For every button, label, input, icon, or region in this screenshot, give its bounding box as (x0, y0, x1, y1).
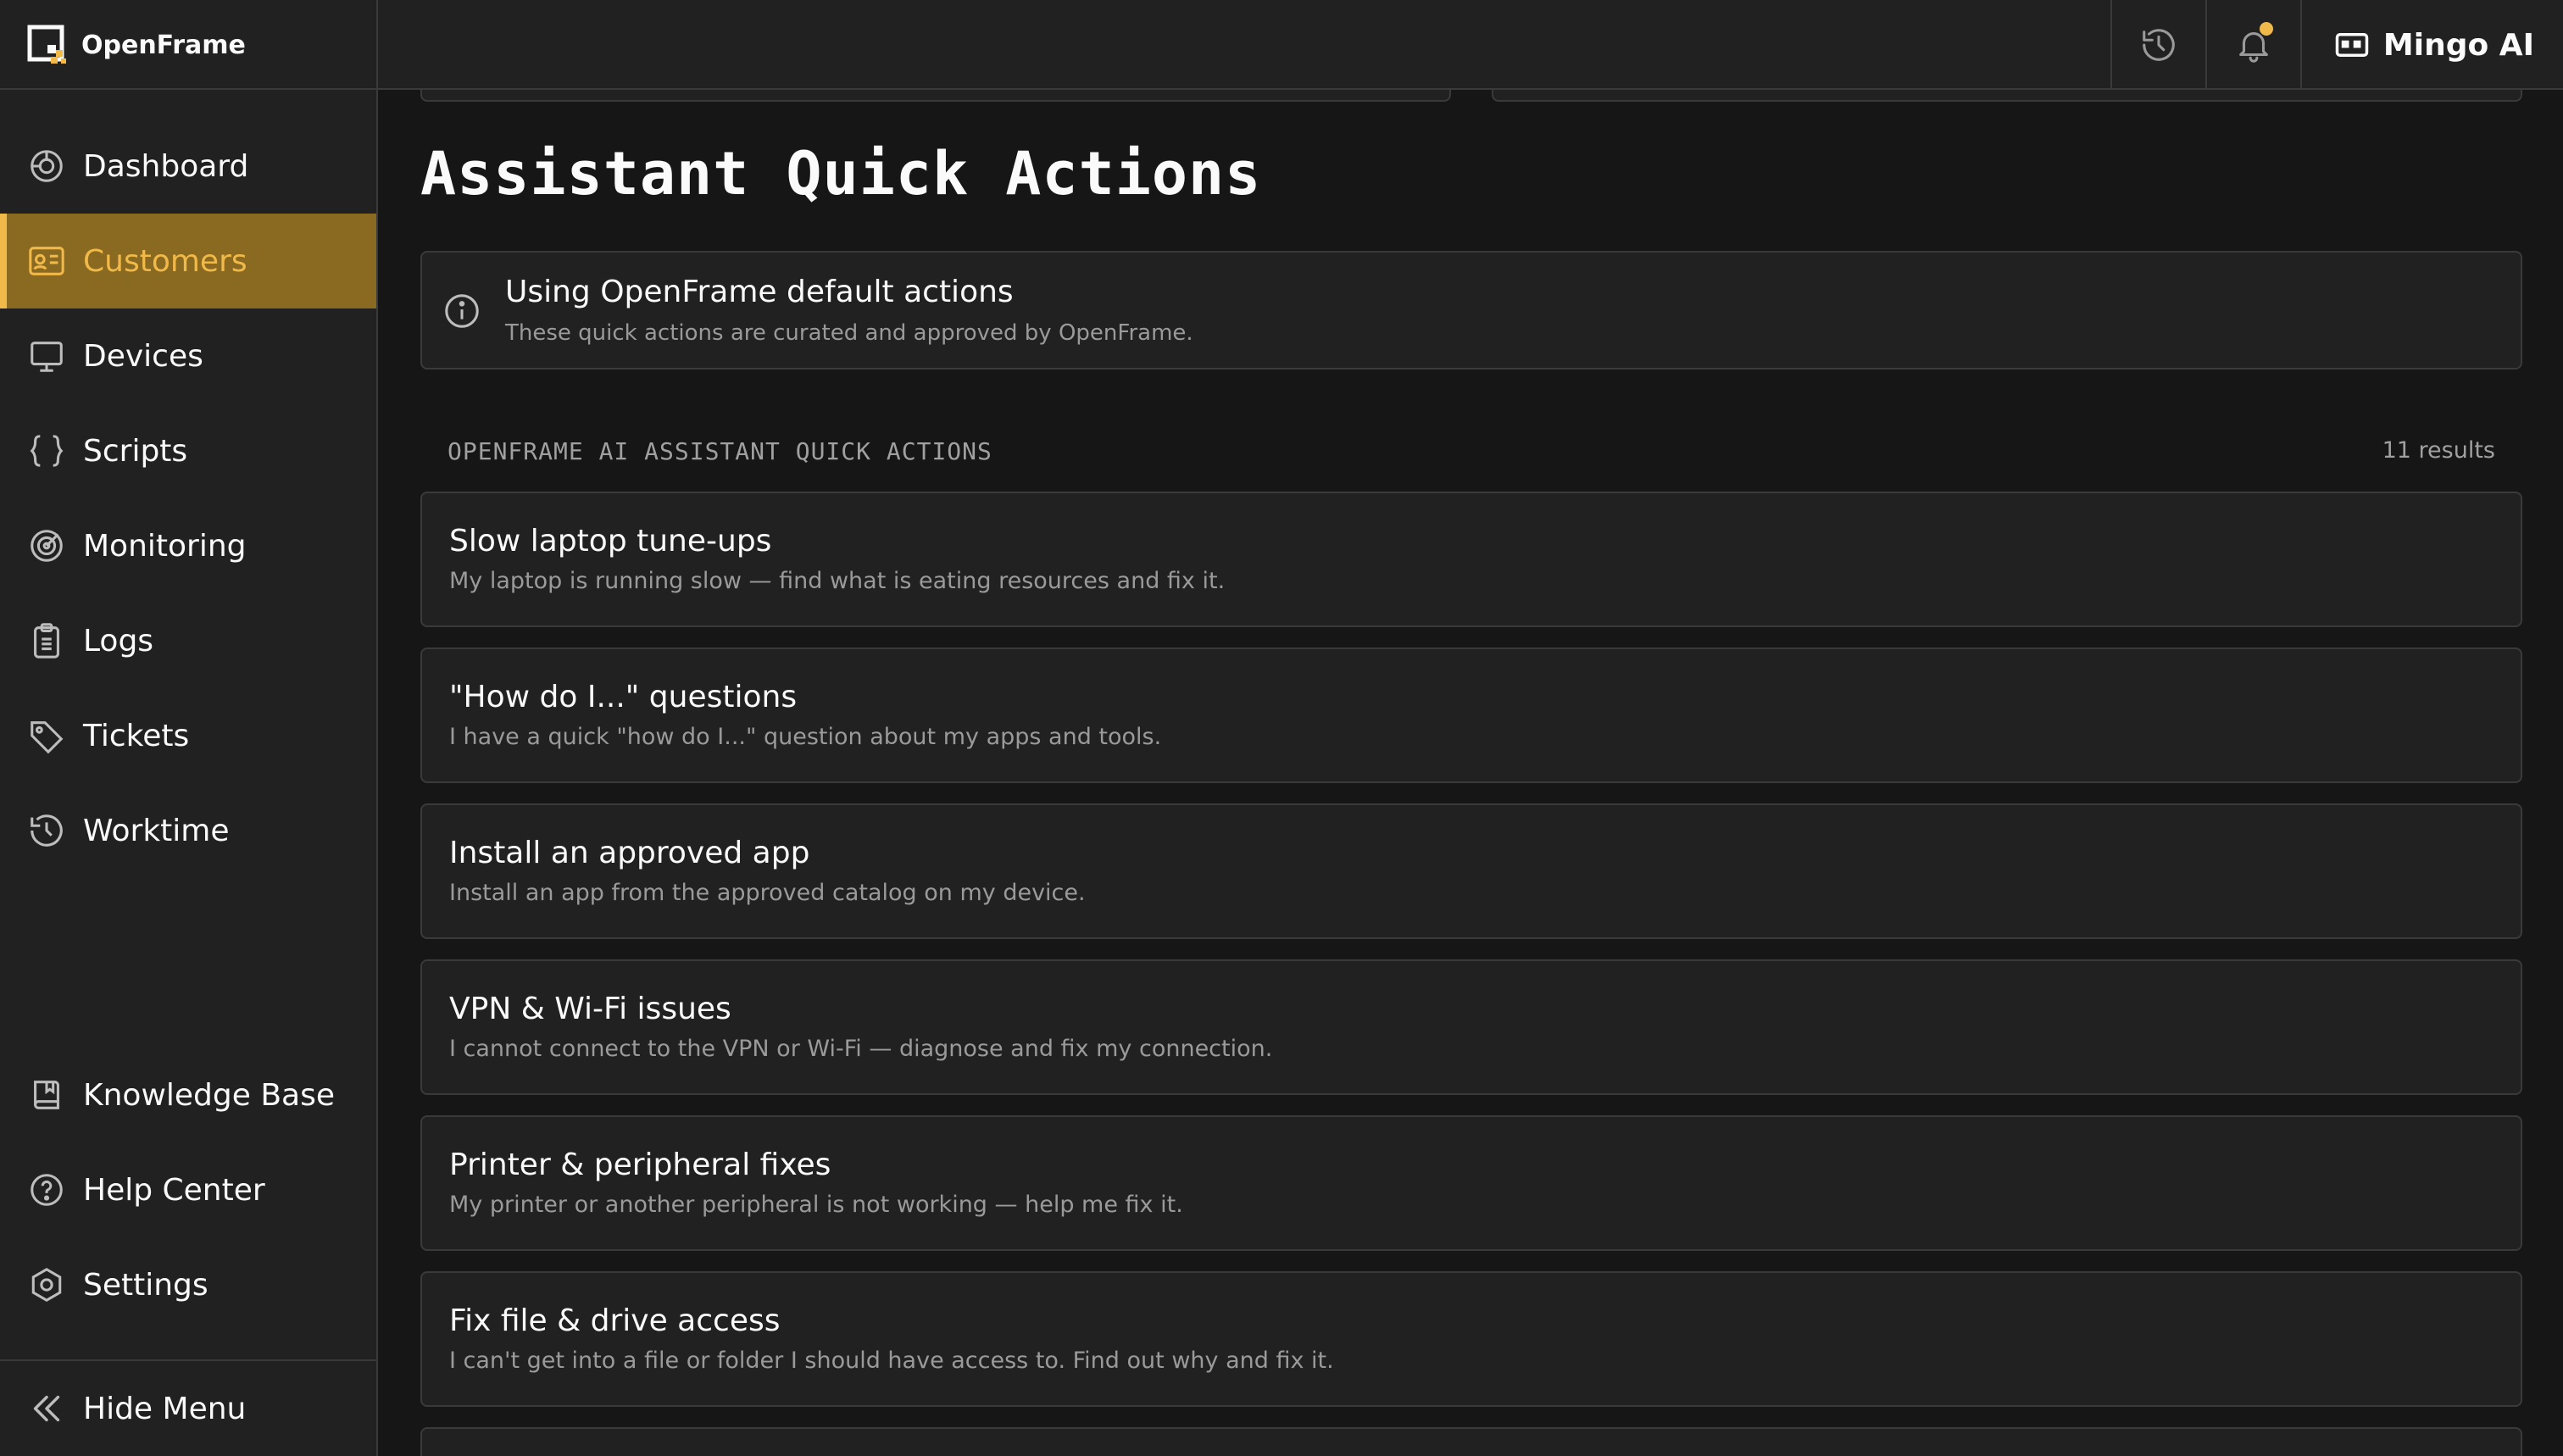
sidebar-item-worktime[interactable]: Worktime (0, 783, 376, 878)
results-count: 11 results (2382, 437, 2495, 464)
quick-action-title: Printer & peripheral fixes (449, 1148, 831, 1182)
sidebar-item-settings[interactable]: Settings (0, 1237, 376, 1332)
sidebar-item-label: Help Center (83, 1172, 265, 1208)
sidebar-item-scripts[interactable]: Scripts (0, 403, 376, 498)
target-icon (31, 530, 63, 562)
info-title: Using OpenFrame default actions (505, 275, 1014, 309)
help-icon (31, 1174, 63, 1206)
info-icon (445, 294, 479, 328)
previous-card-edge (420, 90, 1451, 102)
notification-badge (2259, 22, 2273, 36)
page-title: Assistant Quick Actions (420, 139, 1262, 208)
notifications-button[interactable] (2204, 0, 2300, 90)
quick-action-subtitle: I have a quick "how do I..." question ab… (449, 724, 1162, 750)
sidebar-item-label: Worktime (83, 813, 230, 848)
clipboard-icon (34, 623, 59, 659)
tag-icon (31, 721, 64, 754)
sidebar-item-label: Knowledge Base (83, 1077, 335, 1113)
brand[interactable]: OpenFrame (0, 0, 378, 90)
hide-menu-button[interactable]: Hide Menu (0, 1361, 376, 1456)
book-icon (34, 1081, 59, 1109)
hide-menu-label: Hide Menu (83, 1391, 247, 1426)
sidebar-item-label: Scripts (83, 433, 188, 469)
info-banner: Using OpenFrame default actions These qu… (420, 251, 2522, 370)
quick-action-card[interactable]: Printer & peripheral fixes My printer or… (420, 1115, 2522, 1251)
quick-action-card[interactable]: "How do I..." questions I have a quick "… (420, 647, 2522, 783)
history-button[interactable] (2110, 0, 2205, 90)
app-name: OpenFrame (81, 30, 246, 60)
previous-card-edge (1492, 90, 2522, 102)
mingo-ai-button[interactable]: Mingo AI (2299, 0, 2563, 90)
sidebar-item-dashboard[interactable]: Dashboard (0, 119, 376, 214)
quick-action-card[interactable]: VPN & Wi-Fi issues I cannot connect to t… (420, 959, 2522, 1095)
monitor-icon (31, 342, 63, 372)
quick-action-subtitle: My laptop is running slow — find what is… (449, 568, 1226, 594)
section-title: OPENFRAME AI ASSISTANT QUICK ACTIONS (448, 437, 992, 465)
chevrons-left-icon (33, 1395, 60, 1422)
quick-action-subtitle: I can't get into a file or folder I shou… (449, 1348, 1334, 1374)
top-bar: OpenFrame Mingo AI (0, 0, 2563, 90)
sidebar-item-label: Customers (83, 243, 247, 279)
sidebar-item-knowledge-base[interactable]: Knowledge Base (0, 1048, 376, 1142)
sidebar-item-devices[interactable]: Devices (0, 308, 376, 403)
quick-action-title: Fix file & drive access (449, 1303, 781, 1338)
info-subtitle: These quick actions are curated and appr… (505, 320, 1193, 346)
quick-action-subtitle: My printer or another peripheral is not … (449, 1192, 1183, 1218)
mingo-ai-label: Mingo AI (2382, 27, 2534, 63)
quick-action-card[interactable]: Slow laptop tune-ups My laptop is runnin… (420, 492, 2522, 627)
mingo-ai-icon (2335, 33, 2369, 57)
sidebar: Dashboard Customers Devices Scripts Moni… (0, 90, 378, 1456)
dashboard-icon (31, 150, 63, 182)
sidebar-item-help-center[interactable]: Help Center (0, 1142, 376, 1237)
sidebar-item-label: Devices (83, 338, 203, 374)
sidebar-item-label: Dashboard (83, 148, 249, 184)
openframe-logo-icon (27, 25, 66, 64)
quick-action-card-partial[interactable] (420, 1427, 2522, 1456)
quick-action-subtitle: Install an app from the approved catalog… (449, 880, 1086, 906)
quick-action-card[interactable]: Install an approved app Install an app f… (420, 803, 2522, 939)
quick-action-title: "How do I..." questions (449, 680, 798, 714)
sidebar-item-label: Settings (83, 1267, 208, 1303)
quick-action-subtitle: I cannot connect to the VPN or Wi-Fi — d… (449, 1036, 1273, 1062)
sidebar-item-monitoring[interactable]: Monitoring (0, 498, 376, 593)
sidebar-item-label: Logs (83, 623, 154, 659)
quick-action-card[interactable]: Fix file & drive access I can't get into… (420, 1271, 2522, 1407)
sidebar-item-logs[interactable]: Logs (0, 593, 376, 688)
quick-action-title: Install an approved app (449, 836, 810, 870)
quick-action-title: Slow laptop tune-ups (449, 524, 772, 559)
history-icon (31, 814, 63, 847)
sidebar-item-label: Tickets (83, 718, 190, 753)
sidebar-item-label: Monitoring (83, 528, 247, 564)
sidebar-item-tickets[interactable]: Tickets (0, 688, 376, 783)
quick-action-title: VPN & Wi-Fi issues (449, 992, 731, 1026)
history-icon (2143, 29, 2175, 61)
main-content: Assistant Quick Actions Using OpenFrame … (378, 90, 2563, 1456)
braces-icon (30, 435, 64, 467)
settings-icon (31, 1268, 62, 1302)
sidebar-item-customers[interactable]: Customers (0, 214, 376, 308)
customers-icon (29, 247, 64, 275)
